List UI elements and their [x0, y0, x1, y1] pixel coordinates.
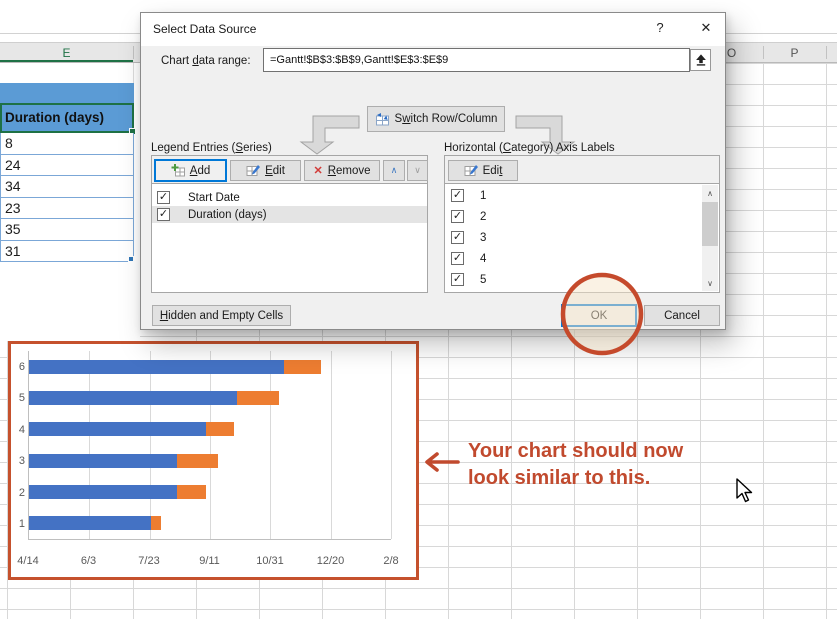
- remove-series-button[interactable]: ✕ Remove: [304, 160, 380, 181]
- collapse-dialog-button[interactable]: [690, 49, 711, 71]
- bar-start-date-segment: [29, 485, 177, 499]
- add-series-button[interactable]: Add: [155, 160, 226, 181]
- scroll-down-button[interactable]: ∨: [702, 275, 718, 291]
- chevron-up-icon: ∧: [707, 189, 713, 198]
- gantt-chart-object[interactable]: 6 5 4 3 2 1 4/14 6/3 7: [8, 341, 419, 580]
- duration-value-cell[interactable]: 34: [0, 176, 134, 198]
- annotation-text: Your chart should now look similar to th…: [468, 438, 683, 492]
- duration-value-cell[interactable]: 8: [0, 133, 134, 155]
- legend-entries-label: Legend Entries (Series): [151, 142, 272, 154]
- axis-label-row[interactable]: ✓ 4: [445, 248, 702, 269]
- left-arrow-icon: [422, 451, 460, 473]
- x-axis-tick-labels: 4/14 6/3 7/23 9/11 10/31 12/20 2/8: [28, 555, 391, 569]
- remove-icon: ✕: [313, 164, 322, 177]
- range-fill-handle[interactable]: [128, 256, 134, 262]
- selected-column-underline: [0, 60, 133, 62]
- edit-icon: [246, 164, 260, 177]
- column-e-cells: Duration (days) 8 24 34 23 35 31: [0, 63, 134, 262]
- gantt-bar-slot: [29, 414, 391, 445]
- scroll-up-button[interactable]: ∧: [702, 185, 718, 201]
- bar-start-date-segment: [29, 360, 284, 374]
- legend-entries-panel: Add Edit ✕ Remove ∧: [151, 155, 428, 293]
- duration-value-cell[interactable]: 35: [0, 219, 134, 241]
- bar-duration-segment: [206, 422, 234, 436]
- axis-label-row[interactable]: ✓ 1: [445, 185, 702, 206]
- checkbox-checked-icon[interactable]: ✓: [451, 189, 464, 202]
- duration-value-cell[interactable]: 31: [0, 241, 134, 263]
- checkbox-checked-icon[interactable]: ✓: [451, 231, 464, 244]
- switch-row-column-icon: [375, 113, 390, 126]
- gantt-bar-slot: [29, 351, 391, 382]
- move-series-down-button[interactable]: ∨: [407, 160, 428, 181]
- close-icon[interactable]: ✕: [695, 20, 717, 36]
- chart-data-range-input[interactable]: [263, 48, 690, 72]
- excel-screen: E O P Duration (days) 8 24 34 23 35 31 6…: [0, 0, 837, 619]
- chevron-down-icon: ∨: [414, 165, 421, 176]
- curved-arrow-left-icon: [299, 101, 361, 156]
- dialog-title: Select Data Source: [153, 22, 256, 36]
- switch-row-column-button[interactable]: Switch Row/Column: [367, 106, 505, 132]
- plot-area: [28, 351, 391, 540]
- add-icon: [171, 164, 185, 177]
- help-icon[interactable]: ?: [650, 20, 670, 35]
- checkbox-checked-icon[interactable]: ✓: [451, 252, 464, 265]
- chart-gridline: [391, 351, 392, 539]
- chevron-up-icon: ∧: [391, 165, 398, 176]
- axis-label-row[interactable]: ✓ 2: [445, 206, 702, 227]
- bar-start-date-segment: [29, 422, 206, 436]
- y-axis-category-labels: 6 5 4 3 2 1: [11, 351, 25, 540]
- series-row-start-date[interactable]: ✓ Start Date: [152, 189, 427, 206]
- edit-axis-labels-button[interactable]: Edit: [448, 160, 518, 181]
- checkbox-checked-icon[interactable]: ✓: [157, 191, 170, 204]
- bar-start-date-segment: [29, 516, 151, 530]
- collapse-range-icon: [694, 52, 708, 68]
- bar-start-date-segment: [29, 391, 237, 405]
- series-row-duration[interactable]: ✓ Duration (days): [152, 206, 427, 223]
- move-series-up-button[interactable]: ∧: [383, 160, 405, 181]
- checkbox-checked-icon[interactable]: ✓: [157, 208, 170, 221]
- axis-label-row[interactable]: ✓ 3: [445, 227, 702, 248]
- column-header-p[interactable]: P: [763, 43, 826, 63]
- bar-series-area: [29, 351, 391, 539]
- bar-duration-segment: [151, 516, 161, 530]
- empty-cell[interactable]: [0, 63, 134, 83]
- dialog-titlebar[interactable]: Select Data Source ? ✕: [141, 13, 725, 46]
- edit-icon: [464, 164, 478, 177]
- cancel-button[interactable]: Cancel: [644, 305, 720, 326]
- gantt-bar-slot: [29, 508, 391, 539]
- edit-series-button[interactable]: Edit: [230, 160, 301, 181]
- bar-start-date-segment: [29, 454, 177, 468]
- mouse-cursor-icon: [734, 478, 754, 504]
- gantt-bar-slot: [29, 445, 391, 476]
- gantt-bar-slot: [29, 382, 391, 413]
- duration-header-cell[interactable]: Duration (days): [0, 103, 134, 133]
- checkbox-checked-icon[interactable]: ✓: [451, 210, 464, 223]
- chevron-down-icon: ∨: [707, 279, 713, 288]
- bar-duration-segment: [284, 360, 321, 374]
- legend-series-list: ✓ Start Date ✓ Duration (days): [152, 185, 427, 292]
- blue-banner-cell[interactable]: [0, 83, 134, 103]
- bar-duration-segment: [177, 485, 206, 499]
- duration-value-cell[interactable]: 23: [0, 198, 134, 220]
- scrollbar-thumb[interactable]: [702, 202, 718, 246]
- bar-duration-segment: [177, 454, 218, 468]
- checkbox-checked-icon[interactable]: ✓: [451, 273, 464, 286]
- axis-labels-label: Horizontal (Category) Axis Labels: [444, 142, 615, 154]
- chart-data-range-label: Chart data range:: [161, 55, 251, 67]
- circle-highlight-annotation: [558, 271, 646, 359]
- axis-list-scrollbar[interactable]: ∧ ∨: [702, 185, 718, 291]
- hidden-empty-cells-button[interactable]: Hidden and Empty Cells: [152, 305, 291, 326]
- duration-value-cell[interactable]: 24: [0, 155, 134, 177]
- gantt-bar-slot: [29, 476, 391, 507]
- bar-duration-segment: [237, 391, 279, 405]
